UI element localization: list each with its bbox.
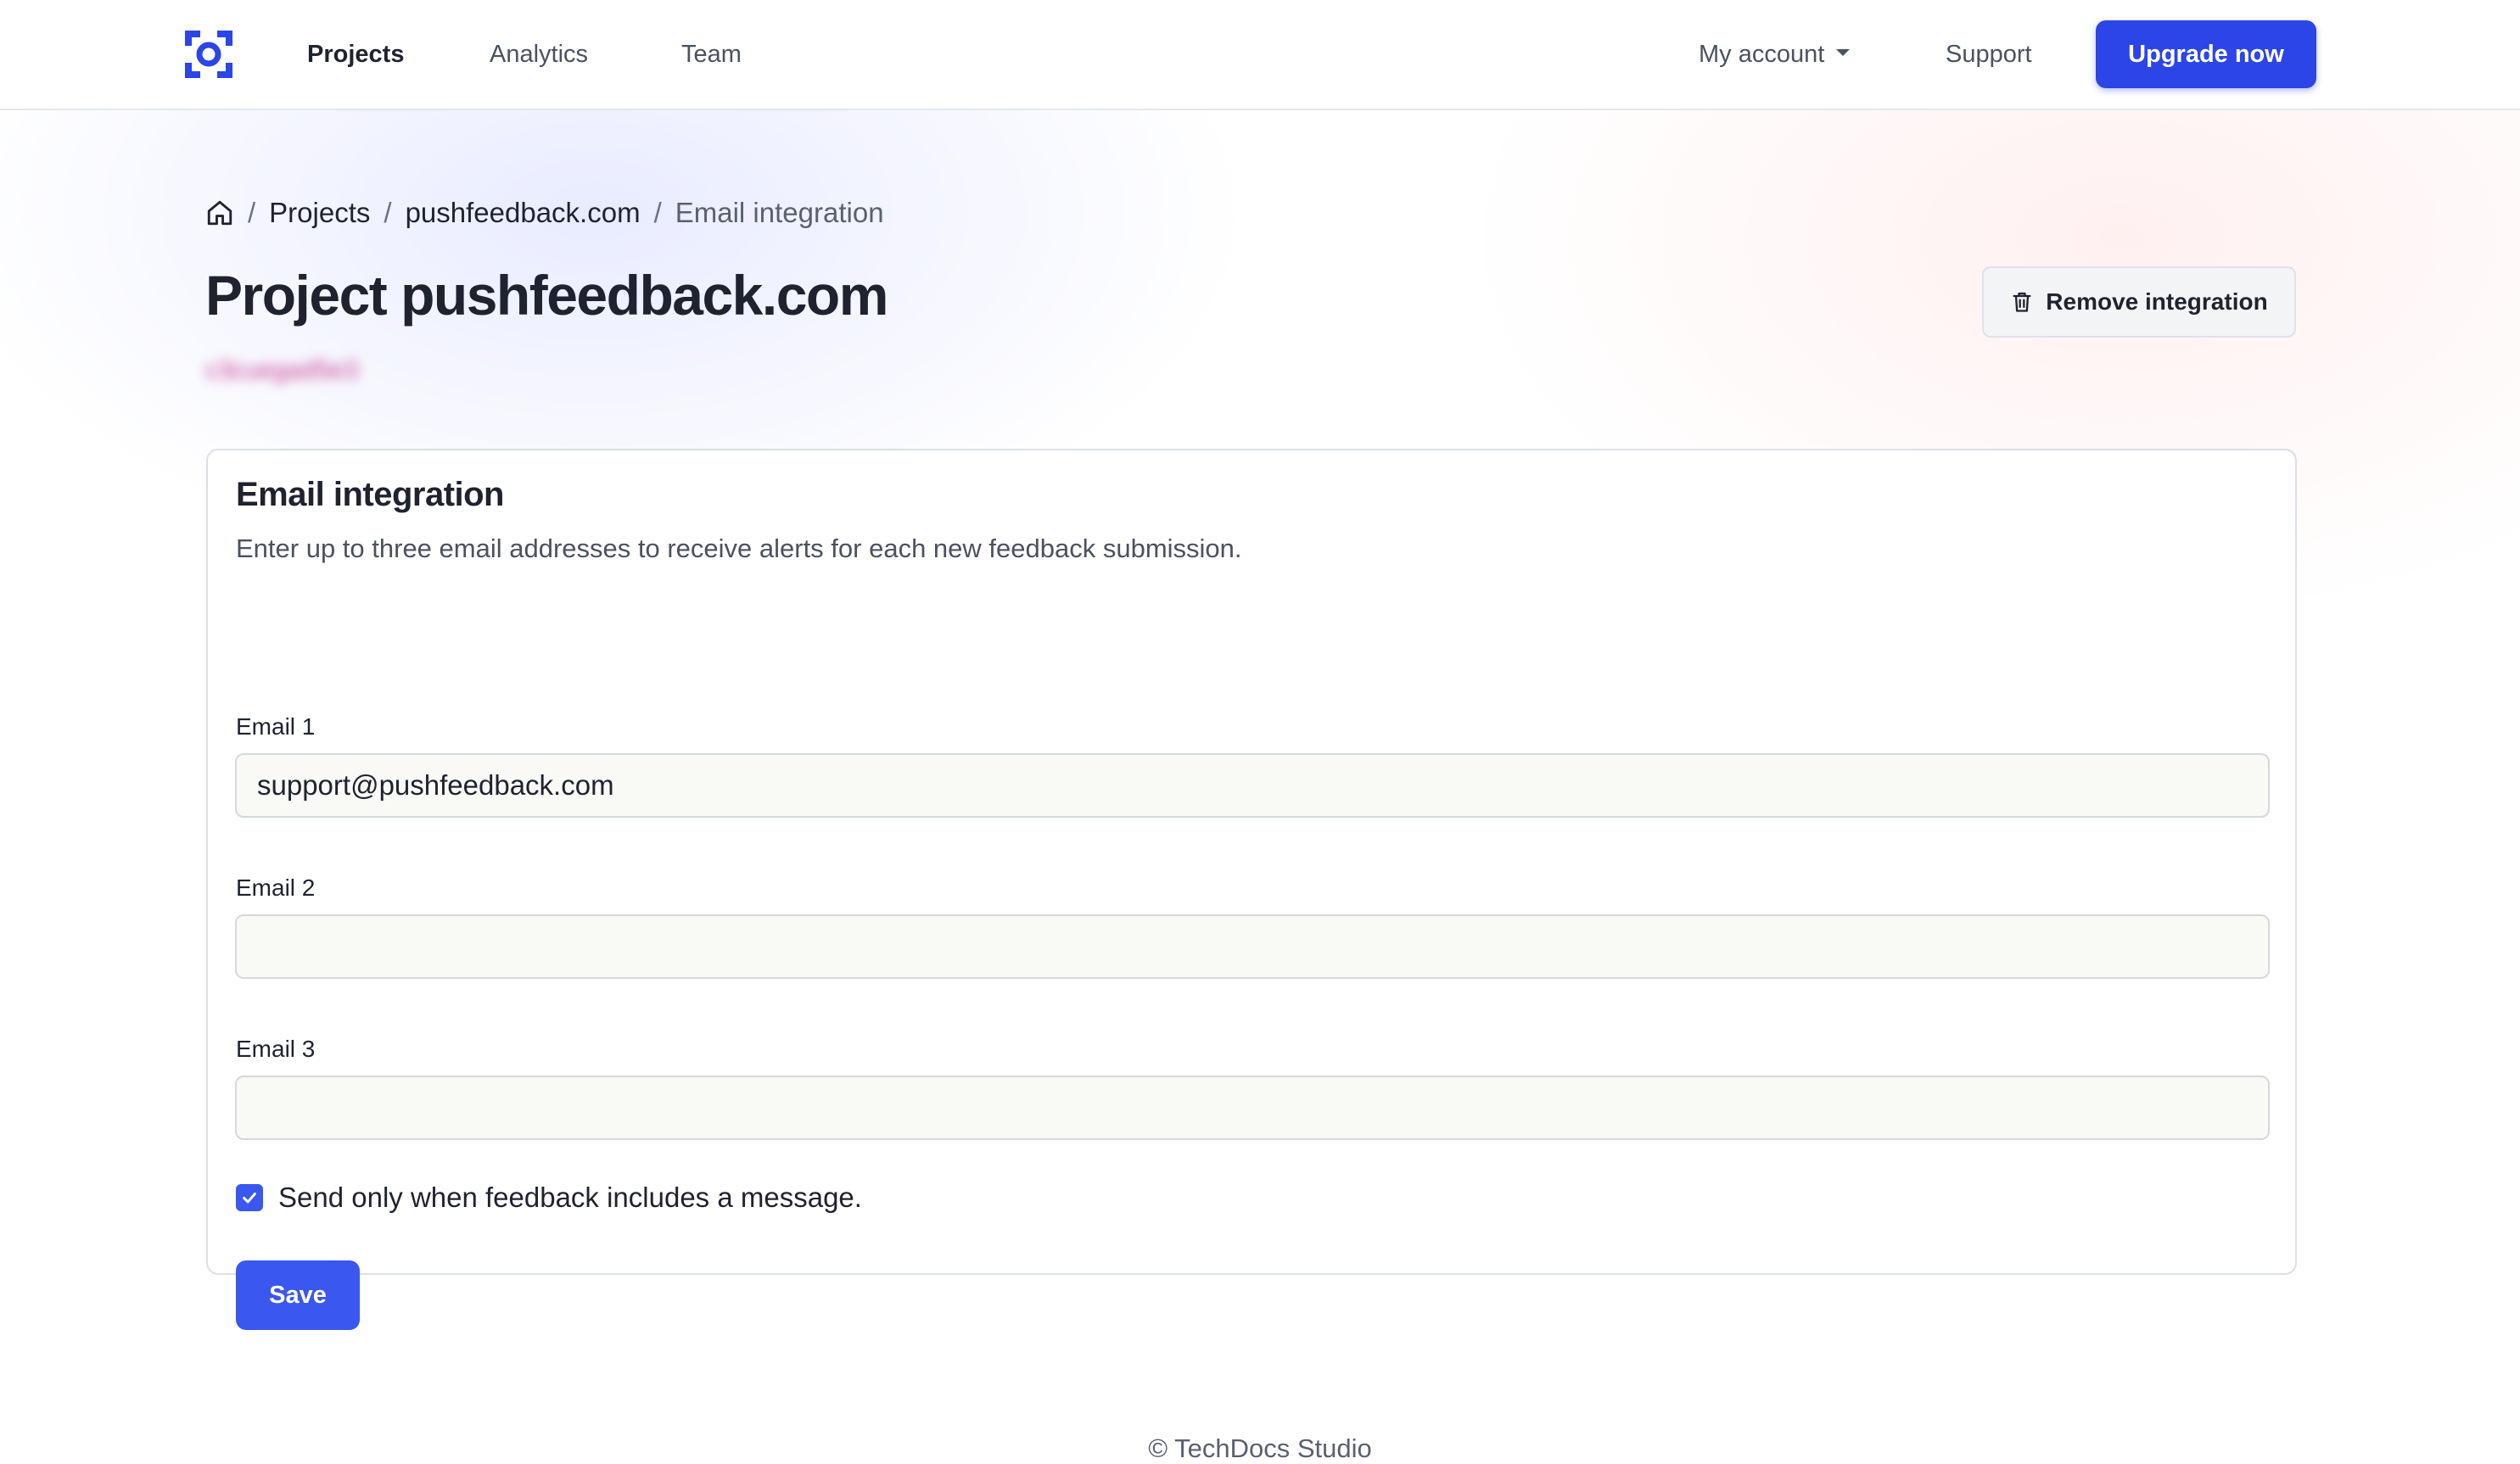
trash-icon — [2013, 292, 2031, 312]
upgrade-now-button[interactable]: Upgrade now — [2096, 20, 2316, 88]
logo-icon[interactable] — [183, 29, 234, 80]
checkmark-icon — [243, 1192, 256, 1204]
breadcrumb-separator: / — [248, 197, 256, 228]
message-only-checkbox[interactable] — [236, 1184, 263, 1211]
message-only-label[interactable]: Send only when feedback includes a messa… — [278, 1182, 862, 1214]
remove-integration-button[interactable]: Remove integration — [1982, 266, 2296, 338]
email-3-label: Email 3 — [236, 1036, 316, 1062]
nav-support[interactable]: Support — [1946, 0, 2032, 109]
nav-projects[interactable]: Projects — [307, 0, 404, 109]
email-2-label: Email 2 — [236, 874, 316, 901]
email-integration-card: Email integration Enter up to three emai… — [206, 449, 2297, 1330]
email-3-input[interactable] — [235, 1076, 2270, 1140]
main-content: / Projects / pushfeedback.com / Email in… — [0, 110, 2520, 1463]
email-1-label: Email 1 — [236, 713, 316, 740]
email-1-input[interactable] — [235, 753, 2270, 818]
nav-team[interactable]: Team — [681, 0, 742, 109]
home-icon[interactable] — [205, 198, 234, 227]
message-only-option: Send only when feedback includes a messa… — [236, 1182, 862, 1214]
project-id: c3cuegad5e3 — [205, 356, 359, 384]
breadcrumb-projects[interactable]: Projects — [269, 197, 370, 229]
top-navbar: Projects Analytics Team My account Suppo… — [0, 0, 2520, 110]
card-title: Email integration — [236, 476, 505, 513]
remove-integration-label: Remove integration — [2046, 288, 2268, 315]
email-2-input[interactable] — [235, 914, 2270, 979]
nav-analytics[interactable]: Analytics — [490, 0, 588, 109]
breadcrumb: / Projects / pushfeedback.com / Email in… — [205, 192, 884, 234]
my-account-label: My account — [1699, 41, 1825, 68]
breadcrumb-separator: / — [653, 197, 662, 228]
breadcrumb-current: Email integration — [675, 197, 884, 228]
my-account-dropdown[interactable]: My account — [1699, 0, 1851, 109]
breadcrumb-project[interactable]: pushfeedback.com — [406, 197, 641, 229]
page-title: Project pushfeedback.com — [205, 264, 888, 327]
card-description: Enter up to three email addresses to rec… — [236, 534, 1242, 563]
footer-copyright: © TechDocs Studio — [1148, 1433, 1372, 1463]
save-button[interactable]: Save — [236, 1260, 360, 1330]
caret-down-icon — [1836, 49, 1851, 57]
breadcrumb-separator: / — [384, 197, 392, 228]
